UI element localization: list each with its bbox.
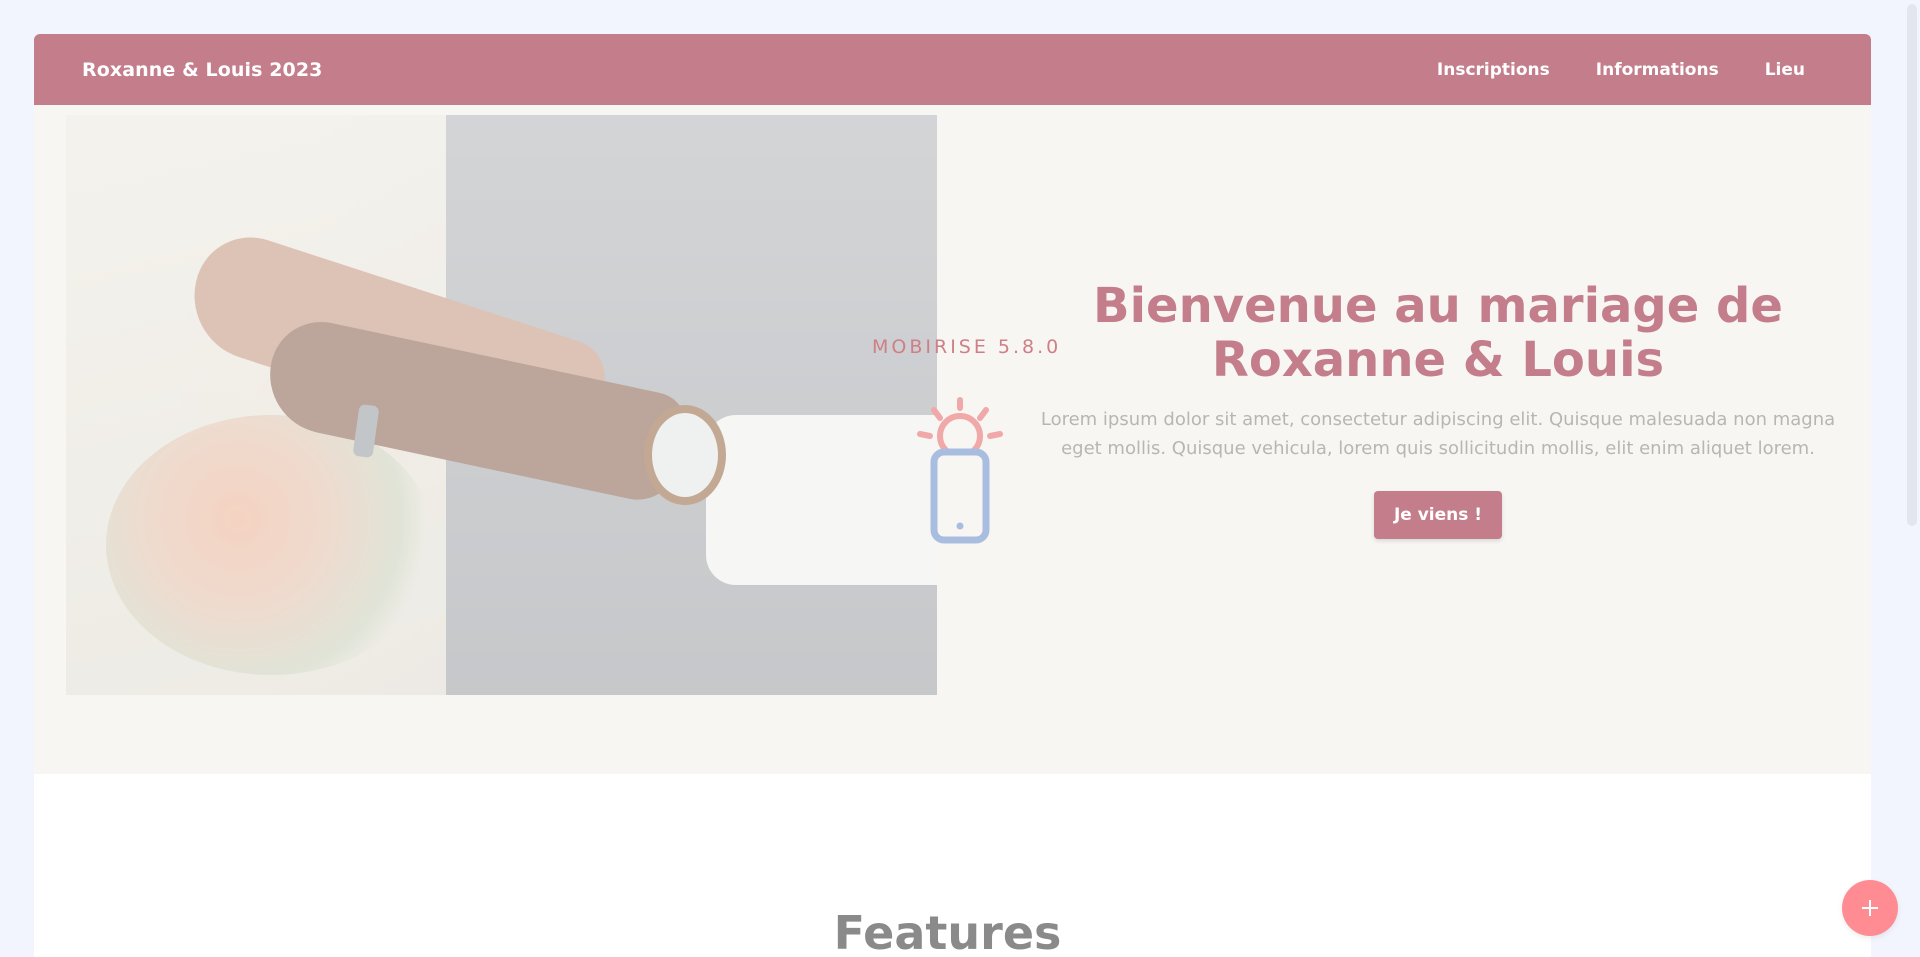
je-viens-button[interactable]: Je viens ! xyxy=(1373,491,1503,539)
phone-sun-icon xyxy=(917,397,1003,544)
hero-title-line1: Bienvenue au mariage de xyxy=(1093,278,1783,334)
photo-watch xyxy=(644,405,726,505)
watermark-label: MOBIRISE 5.8.0 xyxy=(872,336,1062,358)
hero-text-block: Bienvenue au mariage de Roxanne & Louis … xyxy=(1018,279,1858,539)
scrollbar-track[interactable] xyxy=(1904,0,1920,957)
scrollbar-thumb[interactable] xyxy=(1907,4,1917,526)
hero-title: Bienvenue au mariage de Roxanne & Louis xyxy=(1018,279,1858,387)
photo-bouquet xyxy=(106,415,436,675)
nav-link-lieu[interactable]: Lieu xyxy=(1765,60,1805,80)
mobirise-watermark: MOBIRISE 5.8.0 xyxy=(872,336,1058,556)
hero-title-line2: Roxanne & Louis xyxy=(1211,332,1665,388)
navbar: Roxanne & Louis 2023 Inscriptions Inform… xyxy=(34,34,1871,105)
brand-title[interactable]: Roxanne & Louis 2023 xyxy=(82,59,323,81)
nav-link-informations[interactable]: Informations xyxy=(1596,60,1719,80)
features-section: Features xyxy=(34,774,1871,957)
nav-links: Inscriptions Informations Lieu xyxy=(1437,60,1805,80)
features-title: Features xyxy=(833,906,1062,957)
add-fab-button[interactable] xyxy=(1842,880,1898,936)
nav-link-inscriptions[interactable]: Inscriptions xyxy=(1437,60,1550,80)
hero-description: Lorem ipsum dolor sit amet, consectetur … xyxy=(1040,409,1836,459)
hero-photo xyxy=(66,115,937,695)
plus-icon xyxy=(1862,900,1878,916)
